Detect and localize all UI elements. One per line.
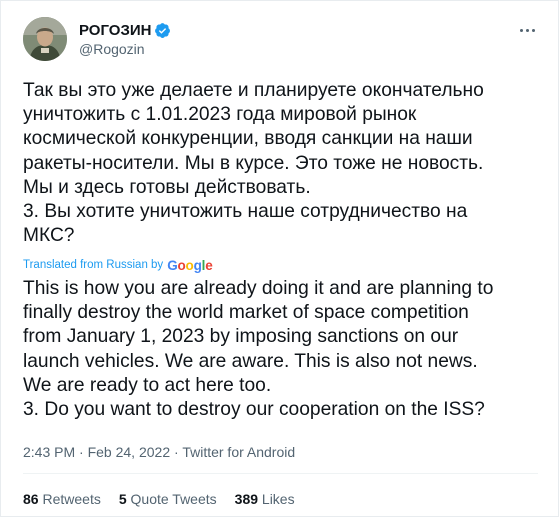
tweet-card: РОГОЗИН @Rogozin Так вы это уже делаете … <box>0 0 559 517</box>
retweets-label: Retweets <box>42 491 101 507</box>
more-options-icon[interactable] <box>516 23 538 37</box>
quotes-count: 5 <box>118 491 127 507</box>
likes-label: Likes <box>261 491 295 507</box>
avatar[interactable] <box>23 17 67 61</box>
verified-badge-icon <box>155 22 171 38</box>
meta-separator: · <box>79 444 88 460</box>
retweets-stat[interactable]: 86 Retweets <box>23 491 101 507</box>
tweet-header: РОГОЗИН @Rogozin <box>23 17 538 61</box>
tweet-original-text: Так вы это уже делаете и планируете окон… <box>23 80 484 247</box>
translation-notice[interactable]: Translated from Russian by Google <box>23 257 213 273</box>
tweet-source[interactable]: Twitter for Android <box>182 444 295 460</box>
divider <box>23 473 538 474</box>
author-info: РОГОЗИН @Rogozin <box>79 21 171 57</box>
google-logo-icon: Google <box>167 257 213 273</box>
quotes-label: Quote Tweets <box>130 491 217 507</box>
quotes-stat[interactable]: 5 Quote Tweets <box>119 491 217 507</box>
tweet-translated-text: This is how you are already doing it and… <box>23 278 494 421</box>
user-avatar-icon <box>23 17 67 61</box>
tweet-meta: 2:43 PM · Feb 24, 2022 · Twitter for And… <box>23 444 295 460</box>
display-name[interactable]: РОГОЗИН <box>79 22 151 39</box>
tweet-date[interactable]: Feb 24, 2022 <box>88 444 171 460</box>
translated-label: Translated from Russian by <box>23 259 164 271</box>
retweets-count: 86 <box>23 491 39 507</box>
likes-count: 389 <box>234 491 259 507</box>
handle[interactable]: @Rogozin <box>79 41 171 57</box>
tweet-time[interactable]: 2:43 PM <box>23 444 75 460</box>
tweet-stats: 86 Retweets 5 Quote Tweets 389 Likes <box>23 491 295 507</box>
likes-stat[interactable]: 389 Likes <box>235 491 295 507</box>
